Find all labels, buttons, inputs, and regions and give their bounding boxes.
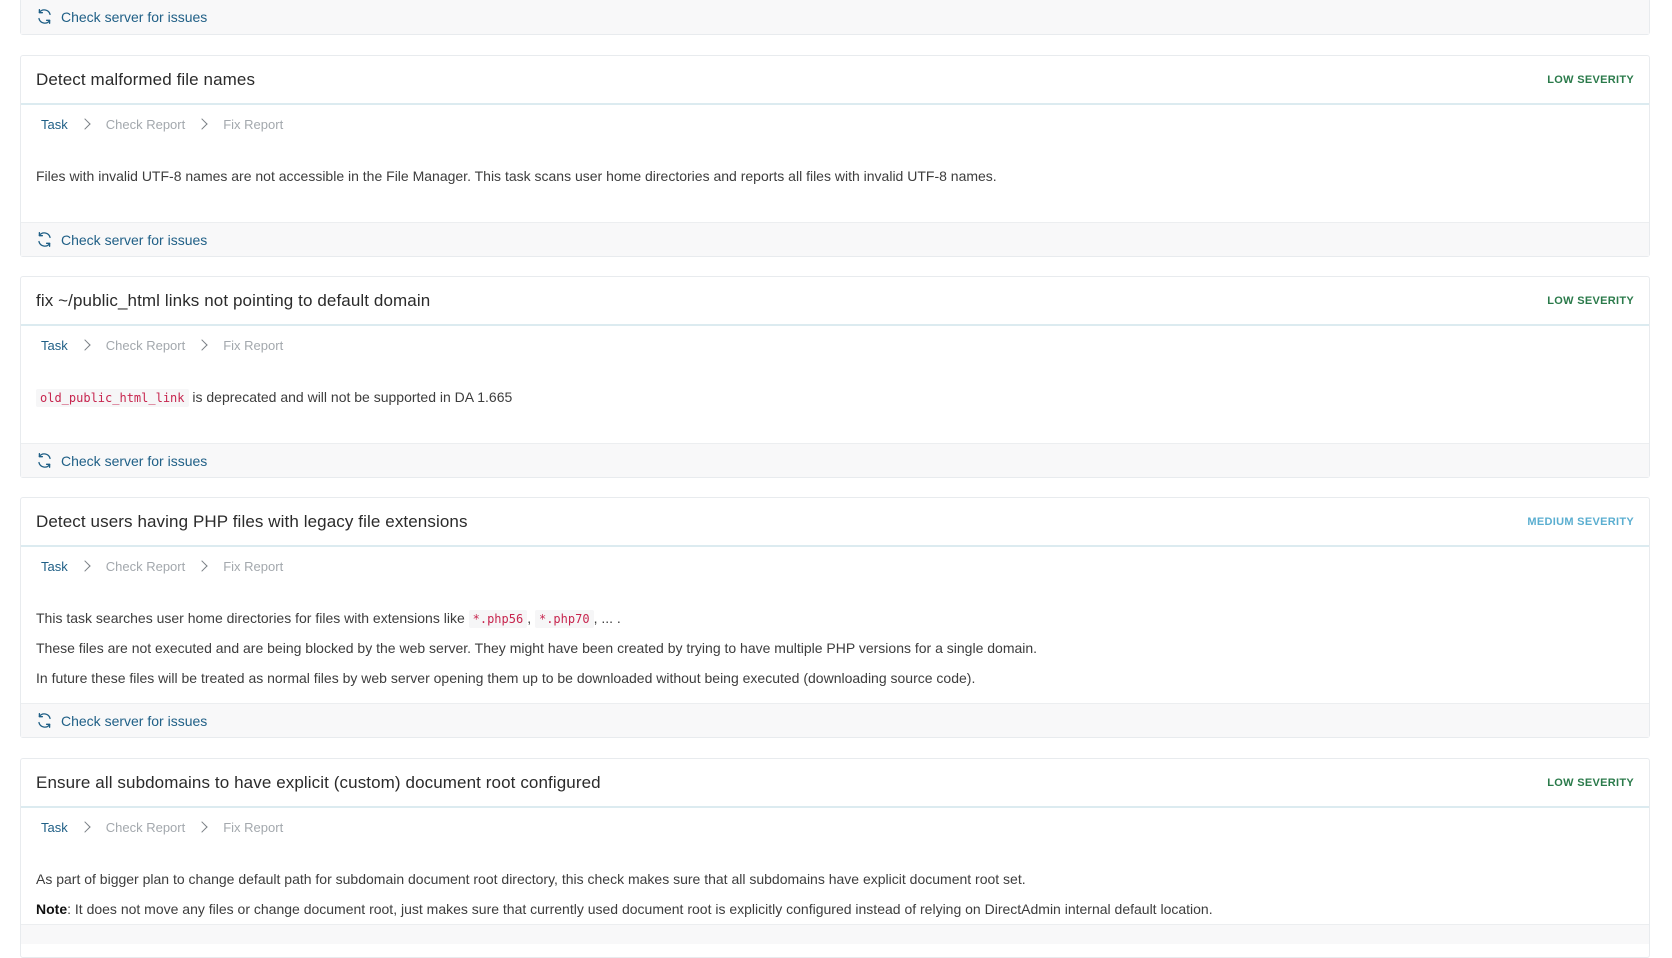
step-breadcrumb: Task Check Report Fix Report [21, 808, 1649, 846]
description-line: This task searches user home directories… [36, 603, 1634, 633]
card-description: Files with invalid UTF-8 names are not a… [21, 143, 1649, 205]
description-text: , ... . [593, 610, 621, 626]
card-description: This task searches user home directories… [21, 585, 1649, 693]
refresh-icon [38, 713, 51, 728]
step-task[interactable]: Task [41, 559, 68, 574]
step-fix-report[interactable]: Fix Report [223, 117, 283, 132]
step-breadcrumb: Task Check Report Fix Report [21, 547, 1649, 585]
card-footer: Check server for issues [21, 222, 1649, 256]
card-title: Detect malformed file names [36, 69, 256, 89]
chevron-right-icon [79, 339, 91, 351]
check-server-label: Check server for issues [61, 8, 208, 25]
step-check-report[interactable]: Check Report [106, 820, 185, 835]
chevron-right-icon [79, 118, 91, 130]
card-title: fix ~/public_html links not pointing to … [36, 290, 431, 310]
card-title: Ensure all subdomains to have explicit (… [36, 772, 601, 792]
task-card-php-legacy-extensions: Detect users having PHP files with legac… [20, 497, 1650, 738]
chevron-right-icon [79, 821, 91, 833]
card-footer: Check server for issues [21, 443, 1649, 477]
chevron-right-icon [196, 339, 208, 351]
step-task[interactable]: Task [41, 117, 68, 132]
check-server-button[interactable]: Check server for issues [36, 231, 207, 248]
chevron-right-icon [79, 560, 91, 572]
step-check-report[interactable]: Check Report [106, 338, 185, 353]
note-label: Note [36, 901, 68, 917]
card-header: Ensure all subdomains to have explicit (… [21, 759, 1649, 808]
step-task[interactable]: Task [41, 338, 68, 353]
refresh-icon [38, 453, 51, 468]
task-card-subdomain-docroot: Ensure all subdomains to have explicit (… [20, 758, 1650, 958]
card-footer [21, 924, 1649, 944]
description-line: These files are not executed and are bei… [36, 640, 1038, 656]
card-description: old_public_html_link is deprecated and w… [21, 364, 1649, 426]
check-server-label: Check server for issues [61, 712, 208, 729]
card-footer: Check server for issues [21, 0, 1649, 34]
severity-badge: MEDIUM SEVERITY [1527, 515, 1634, 528]
card-footer: Check server for issues [21, 703, 1649, 737]
step-fix-report[interactable]: Fix Report [223, 338, 283, 353]
separator: , [527, 610, 532, 626]
task-card-malformed-names: Detect malformed file names LOW SEVERITY… [20, 55, 1650, 257]
description-line: old_public_html_link is deprecated and w… [36, 382, 1634, 412]
code-snippet: old_public_html_link [36, 389, 189, 407]
step-task[interactable]: Task [41, 820, 68, 835]
card-header: fix ~/public_html links not pointing to … [21, 277, 1649, 326]
card-description: As part of bigger plan to change default… [21, 846, 1649, 924]
chevron-right-icon [196, 560, 208, 572]
refresh-icon [38, 232, 51, 247]
severity-badge: LOW SEVERITY [1547, 776, 1634, 789]
description-text: is deprecated and will not be supported … [192, 389, 513, 405]
task-card-previous: Check server for issues [20, 0, 1650, 35]
check-server-button[interactable]: Check server for issues [36, 452, 207, 469]
severity-badge: LOW SEVERITY [1547, 294, 1634, 307]
step-check-report[interactable]: Check Report [106, 559, 185, 574]
check-server-button[interactable]: Check server for issues [36, 8, 207, 25]
chevron-right-icon [196, 118, 208, 130]
step-breadcrumb: Task Check Report Fix Report [21, 326, 1649, 364]
check-server-label: Check server for issues [61, 452, 208, 469]
note-text: : It does not move any files or change d… [67, 901, 1213, 917]
description-text: This task searches user home directories… [36, 610, 465, 626]
description-line: As part of bigger plan to change default… [36, 871, 1026, 887]
step-check-report[interactable]: Check Report [106, 117, 185, 132]
step-fix-report[interactable]: Fix Report [223, 559, 283, 574]
code-snippet: *.php56 [468, 610, 528, 628]
description-line: In future these files will be treated as… [36, 670, 976, 686]
chevron-right-icon [196, 821, 208, 833]
step-fix-report[interactable]: Fix Report [223, 820, 283, 835]
severity-badge: LOW SEVERITY [1547, 73, 1634, 86]
code-snippet: *.php70 [534, 610, 594, 628]
task-card-public-html-links: fix ~/public_html links not pointing to … [20, 276, 1650, 478]
step-breadcrumb: Task Check Report Fix Report [21, 105, 1649, 143]
description-line: Files with invalid UTF-8 names are not a… [36, 168, 997, 184]
card-header: Detect users having PHP files with legac… [21, 498, 1649, 547]
refresh-icon [38, 9, 51, 24]
description-line: Note: It does not move any files or chan… [36, 894, 1634, 924]
check-server-label: Check server for issues [61, 231, 208, 248]
check-server-button[interactable]: Check server for issues [36, 712, 207, 729]
card-header: Detect malformed file names LOW SEVERITY [21, 56, 1649, 105]
card-title: Detect users having PHP files with legac… [36, 511, 468, 531]
